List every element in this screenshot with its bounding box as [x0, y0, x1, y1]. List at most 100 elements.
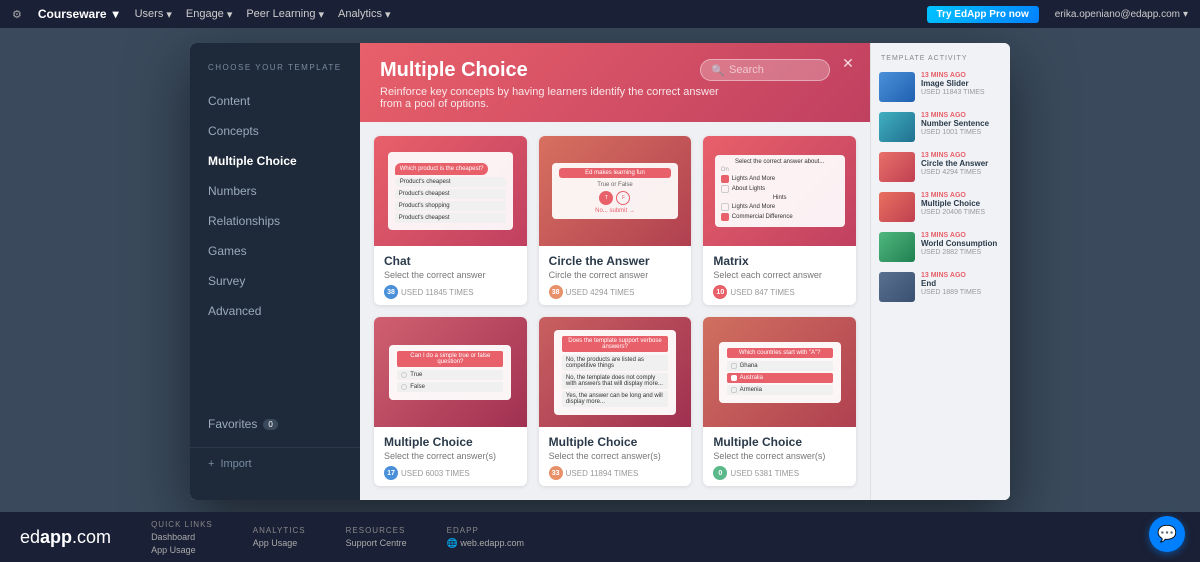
card-description: Select each correct answer [713, 270, 846, 280]
card-name: Circle the Answer [549, 254, 682, 268]
footer-resources: Resources Support Centre [346, 526, 407, 548]
activity-name: World Consumption [921, 239, 1002, 249]
template-card-mc3[interactable]: Which countries start with "A"? Ghana Au… [703, 317, 856, 486]
activity-time: 13 MINS AGO [921, 232, 1002, 239]
footer-section-title: Resources [346, 526, 407, 535]
card-preview-mc1: Can I do a simple true or false question… [374, 317, 527, 427]
card-name: Matrix [713, 254, 846, 268]
sidebar-item-games[interactable]: Games [190, 236, 360, 266]
activity-used: USED 4294 TIMES [921, 169, 1002, 176]
stat-uses: 38 USED 11845 TIMES [384, 285, 474, 299]
activity-thumbnail [879, 72, 915, 102]
card-preview-matrix: Select the correct answer about... On Li… [703, 136, 856, 246]
stat-icon: 10 [713, 285, 727, 299]
footer-link-support[interactable]: Support Centre [346, 538, 407, 548]
card-description: Select the correct answer(s) [384, 451, 517, 461]
sidebar-item-multiple-choice[interactable]: Multiple Choice [190, 146, 360, 176]
close-button[interactable]: ✕ [838, 53, 858, 73]
card-stats: 33 USED 11894 TIMES [549, 466, 682, 480]
card-description: Select the correct answer(s) [549, 451, 682, 461]
top-navigation: ⚙ Courseware ▾ Users ▾ Engage ▾ Peer Lea… [0, 0, 1200, 28]
activity-item-5[interactable]: 13 MINS AGO World Consumption USED 2882 … [879, 232, 1002, 262]
sidebar-item-relationships[interactable]: Relationships [190, 206, 360, 236]
footer-quick-links: Quick Links Dashboard App Usage [151, 520, 213, 555]
activity-used: USED 20406 TIMES [921, 209, 1002, 216]
card-description: Circle the correct answer [549, 270, 682, 280]
footer-section-title: Analytics [253, 526, 306, 535]
card-info-mc3: Multiple Choice Select the correct answe… [703, 427, 856, 486]
footer-section-title: EdApp [447, 526, 524, 535]
card-preview-mc3: Which countries start with "A"? Ghana Au… [703, 317, 856, 427]
footer-link-web[interactable]: 🌐 web.edapp.com [447, 538, 524, 549]
favorites-badge: 0 [263, 419, 277, 430]
search-input[interactable] [700, 59, 830, 81]
sidebar-item-numbers[interactable]: Numbers [190, 176, 360, 206]
activity-title: Template Activity [879, 55, 1002, 62]
nav-items: Users ▾ Engage ▾ Peer Learning ▾ Analyti… [135, 8, 391, 21]
sidebar-item-favorites[interactable]: Favorites 0 [190, 409, 360, 439]
page-footer: edapp.com Quick Links Dashboard App Usag… [0, 512, 1200, 562]
nav-users[interactable]: Users ▾ [135, 8, 172, 21]
template-card-mc1[interactable]: Can I do a simple true or false question… [374, 317, 527, 486]
nav-peer-learning[interactable]: Peer Learning ▾ [246, 8, 324, 21]
activity-item-2[interactable]: 13 MINS AGO Number Sentence USED 1001 TI… [879, 112, 1002, 142]
sidebar-title: Choose Your Template [190, 63, 360, 72]
stat-icon: 0 [713, 466, 727, 480]
stat-uses: 33 USED 11894 TIMES [549, 466, 639, 480]
template-card-circle[interactable]: Ed makes learning fun True or False T F … [539, 136, 692, 305]
template-card-mc2[interactable]: Does the template support verbose answer… [539, 317, 692, 486]
stat-uses: 10 USED 847 TIMES [713, 285, 794, 299]
template-card-matrix[interactable]: Select the correct answer about... On Li… [703, 136, 856, 305]
user-menu[interactable]: erika.openiano@edapp.com ▾ [1055, 9, 1188, 20]
card-description: Select the correct answer(s) [713, 451, 846, 461]
activity-item-3[interactable]: 13 MINS AGO Circle the Answer USED 4294 … [879, 152, 1002, 182]
activity-time: 13 MINS AGO [921, 72, 1002, 79]
nav-analytics[interactable]: Analytics ▾ [338, 8, 391, 21]
card-stats: 10 USED 847 TIMES [713, 285, 846, 299]
footer-link-analytics[interactable]: App Usage [253, 538, 306, 548]
template-activity-panel: Template Activity 13 MINS AGO Image Slid… [870, 43, 1010, 500]
modal-header: Multiple Choice Reinforce key concepts b… [360, 43, 870, 122]
footer-link-dashboard[interactable]: Dashboard [151, 532, 213, 542]
gear-icon: ⚙ [12, 8, 22, 21]
activity-used: USED 2882 TIMES [921, 249, 1002, 256]
activity-item-6[interactable]: 13 MINS AGO End USED 1889 TIMES [879, 272, 1002, 302]
activity-thumbnail [879, 272, 915, 302]
footer-analytics: Analytics App Usage [253, 526, 306, 548]
import-button[interactable]: + Import [190, 447, 360, 480]
footer-brand: edapp.com [20, 527, 111, 548]
card-info-mc2: Multiple Choice Select the correct answe… [539, 427, 692, 486]
nav-engage[interactable]: Engage ▾ [186, 8, 232, 21]
activity-thumbnail [879, 112, 915, 142]
sidebar-item-advanced[interactable]: Advanced [190, 296, 360, 326]
stat-icon: 17 [384, 466, 398, 480]
footer-edapp: EdApp 🌐 web.edapp.com [447, 526, 524, 549]
template-card-chat[interactable]: Which product is the cheapest? Product's… [374, 136, 527, 305]
activity-name: Circle the Answer [921, 159, 1002, 169]
activity-thumbnail [879, 232, 915, 262]
card-stats: 0 USED 5381 TIMES [713, 466, 846, 480]
card-preview-mc2: Does the template support verbose answer… [539, 317, 692, 427]
chat-support-button[interactable]: 💬 [1149, 516, 1185, 552]
app-name[interactable]: Courseware ▾ [38, 7, 119, 21]
activity-used: USED 1889 TIMES [921, 289, 1002, 296]
activity-used: USED 11843 TIMES [921, 89, 1002, 96]
activity-name: Multiple Choice [921, 199, 1002, 209]
stat-uses: 38 USED 4294 TIMES [549, 285, 635, 299]
stat-icon: 33 [549, 466, 563, 480]
activity-item-4[interactable]: 13 MINS AGO Multiple Choice USED 20406 T… [879, 192, 1002, 222]
footer-section-title: Quick Links [151, 520, 213, 529]
activity-item-1[interactable]: 13 MINS AGO Image Slider USED 11843 TIME… [879, 72, 1002, 102]
stat-uses: 17 USED 6003 TIMES [384, 466, 470, 480]
activity-time: 13 MINS AGO [921, 192, 1002, 199]
activity-used: USED 1001 TIMES [921, 129, 1002, 136]
sidebar-item-content[interactable]: Content [190, 86, 360, 116]
activity-name: Number Sentence [921, 119, 1002, 129]
try-pro-button[interactable]: Try EdApp Pro now [927, 6, 1039, 23]
sidebar-item-concepts[interactable]: Concepts [190, 116, 360, 146]
activity-time: 13 MINS AGO [921, 152, 1002, 159]
card-description: Select the correct answer [384, 270, 517, 280]
footer-link-app-usage[interactable]: App Usage [151, 545, 213, 555]
sidebar-item-survey[interactable]: Survey [190, 266, 360, 296]
card-name: Chat [384, 254, 517, 268]
